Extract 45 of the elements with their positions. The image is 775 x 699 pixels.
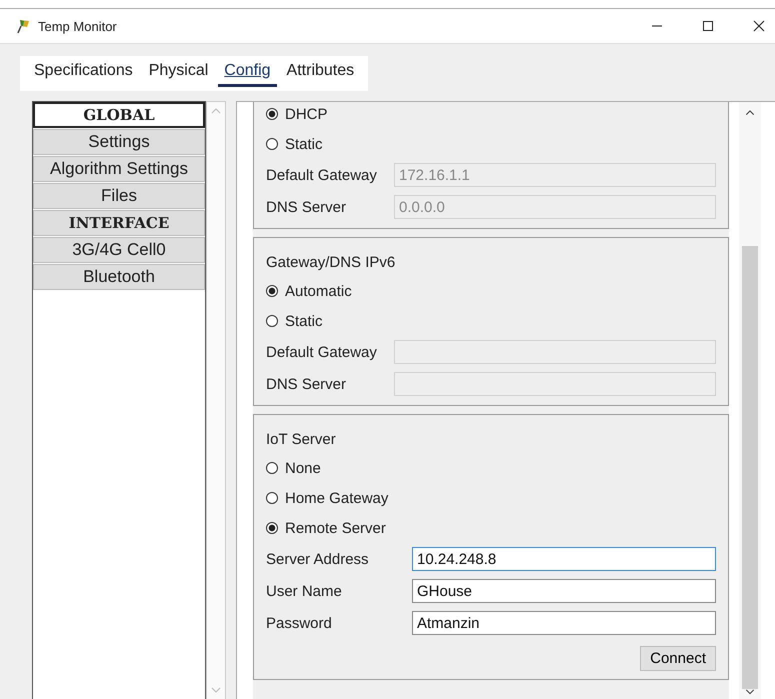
field-label: User Name (266, 582, 343, 600)
scrollbar-thumb[interactable] (742, 246, 758, 690)
radio-button[interactable] (266, 492, 278, 504)
input-field[interactable]: 10.24.248.8 (412, 547, 716, 571)
radio-button[interactable] (266, 315, 278, 327)
tab[interactable]: Attributes (280, 60, 360, 87)
close-icon[interactable] (753, 20, 765, 32)
sidebar-item[interactable]: GLOBAL (33, 102, 205, 128)
sidebar-item[interactable]: Files (33, 183, 205, 209)
radio-button[interactable] (266, 108, 278, 120)
radio-option[interactable]: Static (266, 309, 716, 333)
radio-option[interactable]: DHCP (266, 102, 716, 126)
radio-option[interactable]: Static (266, 132, 716, 156)
scroll-up-icon[interactable] (745, 110, 755, 116)
radio-button[interactable] (266, 462, 278, 474)
radio-option[interactable]: Home Gateway (266, 486, 716, 510)
sidebar-item[interactable]: INTERFACE (33, 210, 205, 236)
connect-button[interactable]: Connect (640, 646, 716, 671)
scroll-down-icon[interactable] (745, 689, 755, 695)
radio-option[interactable]: None (266, 456, 716, 480)
sidebar-item[interactable]: 3G/4G Cell0 (33, 237, 205, 263)
radio-option[interactable]: Automatic (266, 279, 716, 303)
window-title: Temp Monitor (38, 18, 117, 34)
field-label: DNS Server (266, 198, 348, 216)
sidebar-item[interactable]: Algorithm Settings (33, 156, 205, 182)
field-label: Server Address (266, 550, 370, 568)
radio-button[interactable] (266, 285, 278, 297)
scrollbar[interactable] (739, 102, 761, 699)
radio-button[interactable] (266, 522, 278, 534)
field-label: DNS Server (266, 376, 348, 392)
tab[interactable]: Specifications (28, 60, 139, 87)
sidebar-item[interactable]: Settings (33, 129, 205, 155)
sidebar-item[interactable]: Bluetooth (33, 264, 205, 290)
tab[interactable]: Physical (142, 60, 214, 87)
group-title: Gateway/DNS IPv6 (266, 253, 396, 273)
field-label: Default Gateway (266, 166, 378, 184)
group-title: IoT Server (266, 430, 337, 450)
tab[interactable]: Config (218, 60, 277, 87)
radio-button[interactable] (266, 138, 278, 150)
input-field[interactable]: GHouse (412, 579, 716, 603)
radio-option[interactable]: Remote Server (266, 516, 716, 540)
input-field[interactable]: Atmanzin (412, 611, 716, 635)
maximize-icon[interactable] (702, 20, 714, 32)
field-label: Password (266, 614, 333, 632)
field-label: Default Gateway (266, 344, 378, 360)
